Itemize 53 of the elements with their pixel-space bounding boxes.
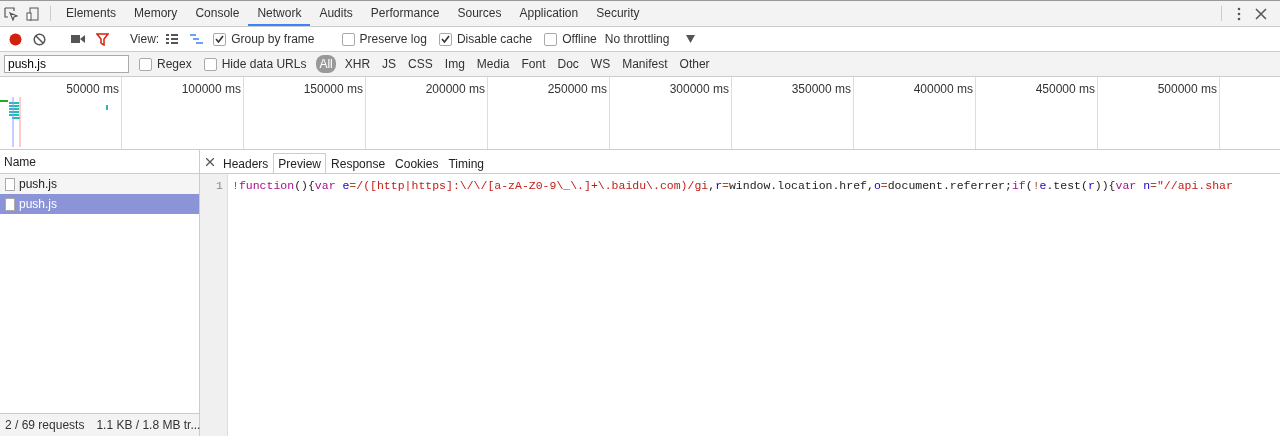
view-label: View: [130, 32, 160, 46]
code-line: !function(){var e=/([http|https]:\/\/[a-zA-Z0-9\_\.]+\.baidu\.com)/gi,r=window.location.href,o=document.referrer;if(!e.test(r)){var n="//api.shar [231, 178, 1233, 194]
waterfall-drawing [0, 97, 22, 147]
time-tick: 150000 ms [303, 82, 363, 96]
request-mark [106, 105, 108, 110]
type-filter[interactable]: JS [379, 55, 400, 73]
throttling-dropdown[interactable]: No throttling [604, 32, 670, 46]
panel-tab[interactable]: Audits [310, 1, 362, 26]
type-filter[interactable]: XHR [341, 55, 374, 73]
detail-tab[interactable]: Timing [443, 153, 489, 173]
request-row[interactable]: push.js [0, 174, 199, 194]
type-filter[interactable]: Media [473, 55, 513, 73]
detail-tab[interactable]: Preview [273, 153, 327, 173]
file-icon [5, 177, 15, 191]
type-filter[interactable]: Manifest [619, 55, 671, 73]
panel-tab[interactable]: Performance [361, 1, 449, 26]
time-tick: 300000 ms [669, 82, 729, 96]
detail-tab[interactable]: Response [326, 153, 391, 173]
time-tick: 350000 ms [791, 82, 851, 96]
checkbox-option[interactable]: Regex [139, 57, 192, 71]
panel-tab[interactable]: Memory [125, 1, 187, 26]
checkbox-option[interactable]: Group by frame [213, 32, 315, 46]
line-number: 1 [200, 174, 228, 436]
detail-tab[interactable]: Headers [218, 153, 274, 173]
time-tick: 50000 ms [66, 82, 119, 96]
file-icon [5, 197, 15, 211]
time-tick: 500000 ms [1157, 82, 1217, 96]
checkbox-option[interactable]: Disable cache [438, 32, 533, 46]
filter-input[interactable]: push.js [4, 55, 129, 73]
panel-tab[interactable]: Elements [57, 1, 126, 26]
time-tick: 450000 ms [1035, 82, 1095, 96]
time-tick: 200000 ms [425, 82, 485, 96]
panel-tab[interactable]: Console [186, 1, 249, 26]
type-filter[interactable]: Doc [554, 55, 582, 73]
checkbox-option[interactable]: Preserve log [341, 32, 427, 46]
detail-tab[interactable]: Cookies [390, 153, 444, 173]
time-tick: 400000 ms [913, 82, 973, 96]
time-tick: 100000 ms [181, 82, 241, 96]
type-filter[interactable]: Font [518, 55, 549, 73]
checkmark-icon [440, 35, 450, 43]
type-filter[interactable]: CSS [405, 55, 436, 73]
panel-tab[interactable]: Security [587, 1, 649, 26]
checkbox-option[interactable]: Hide data URLs [203, 57, 307, 71]
request-count: 2 / 69 requests [5, 418, 85, 432]
checkmark-icon [215, 35, 225, 43]
type-filter[interactable]: WS [587, 55, 614, 73]
time-tick: 250000 ms [547, 82, 607, 96]
transfer-size: 1.1 KB / 1.8 MB tr... [96, 418, 201, 432]
checkbox-option[interactable]: Offline [544, 32, 597, 46]
type-filter[interactable]: Img [441, 55, 468, 73]
panel-tab[interactable]: Application [510, 1, 588, 26]
type-filter[interactable]: Other [676, 55, 713, 73]
panel-tab[interactable]: Sources [448, 1, 511, 26]
